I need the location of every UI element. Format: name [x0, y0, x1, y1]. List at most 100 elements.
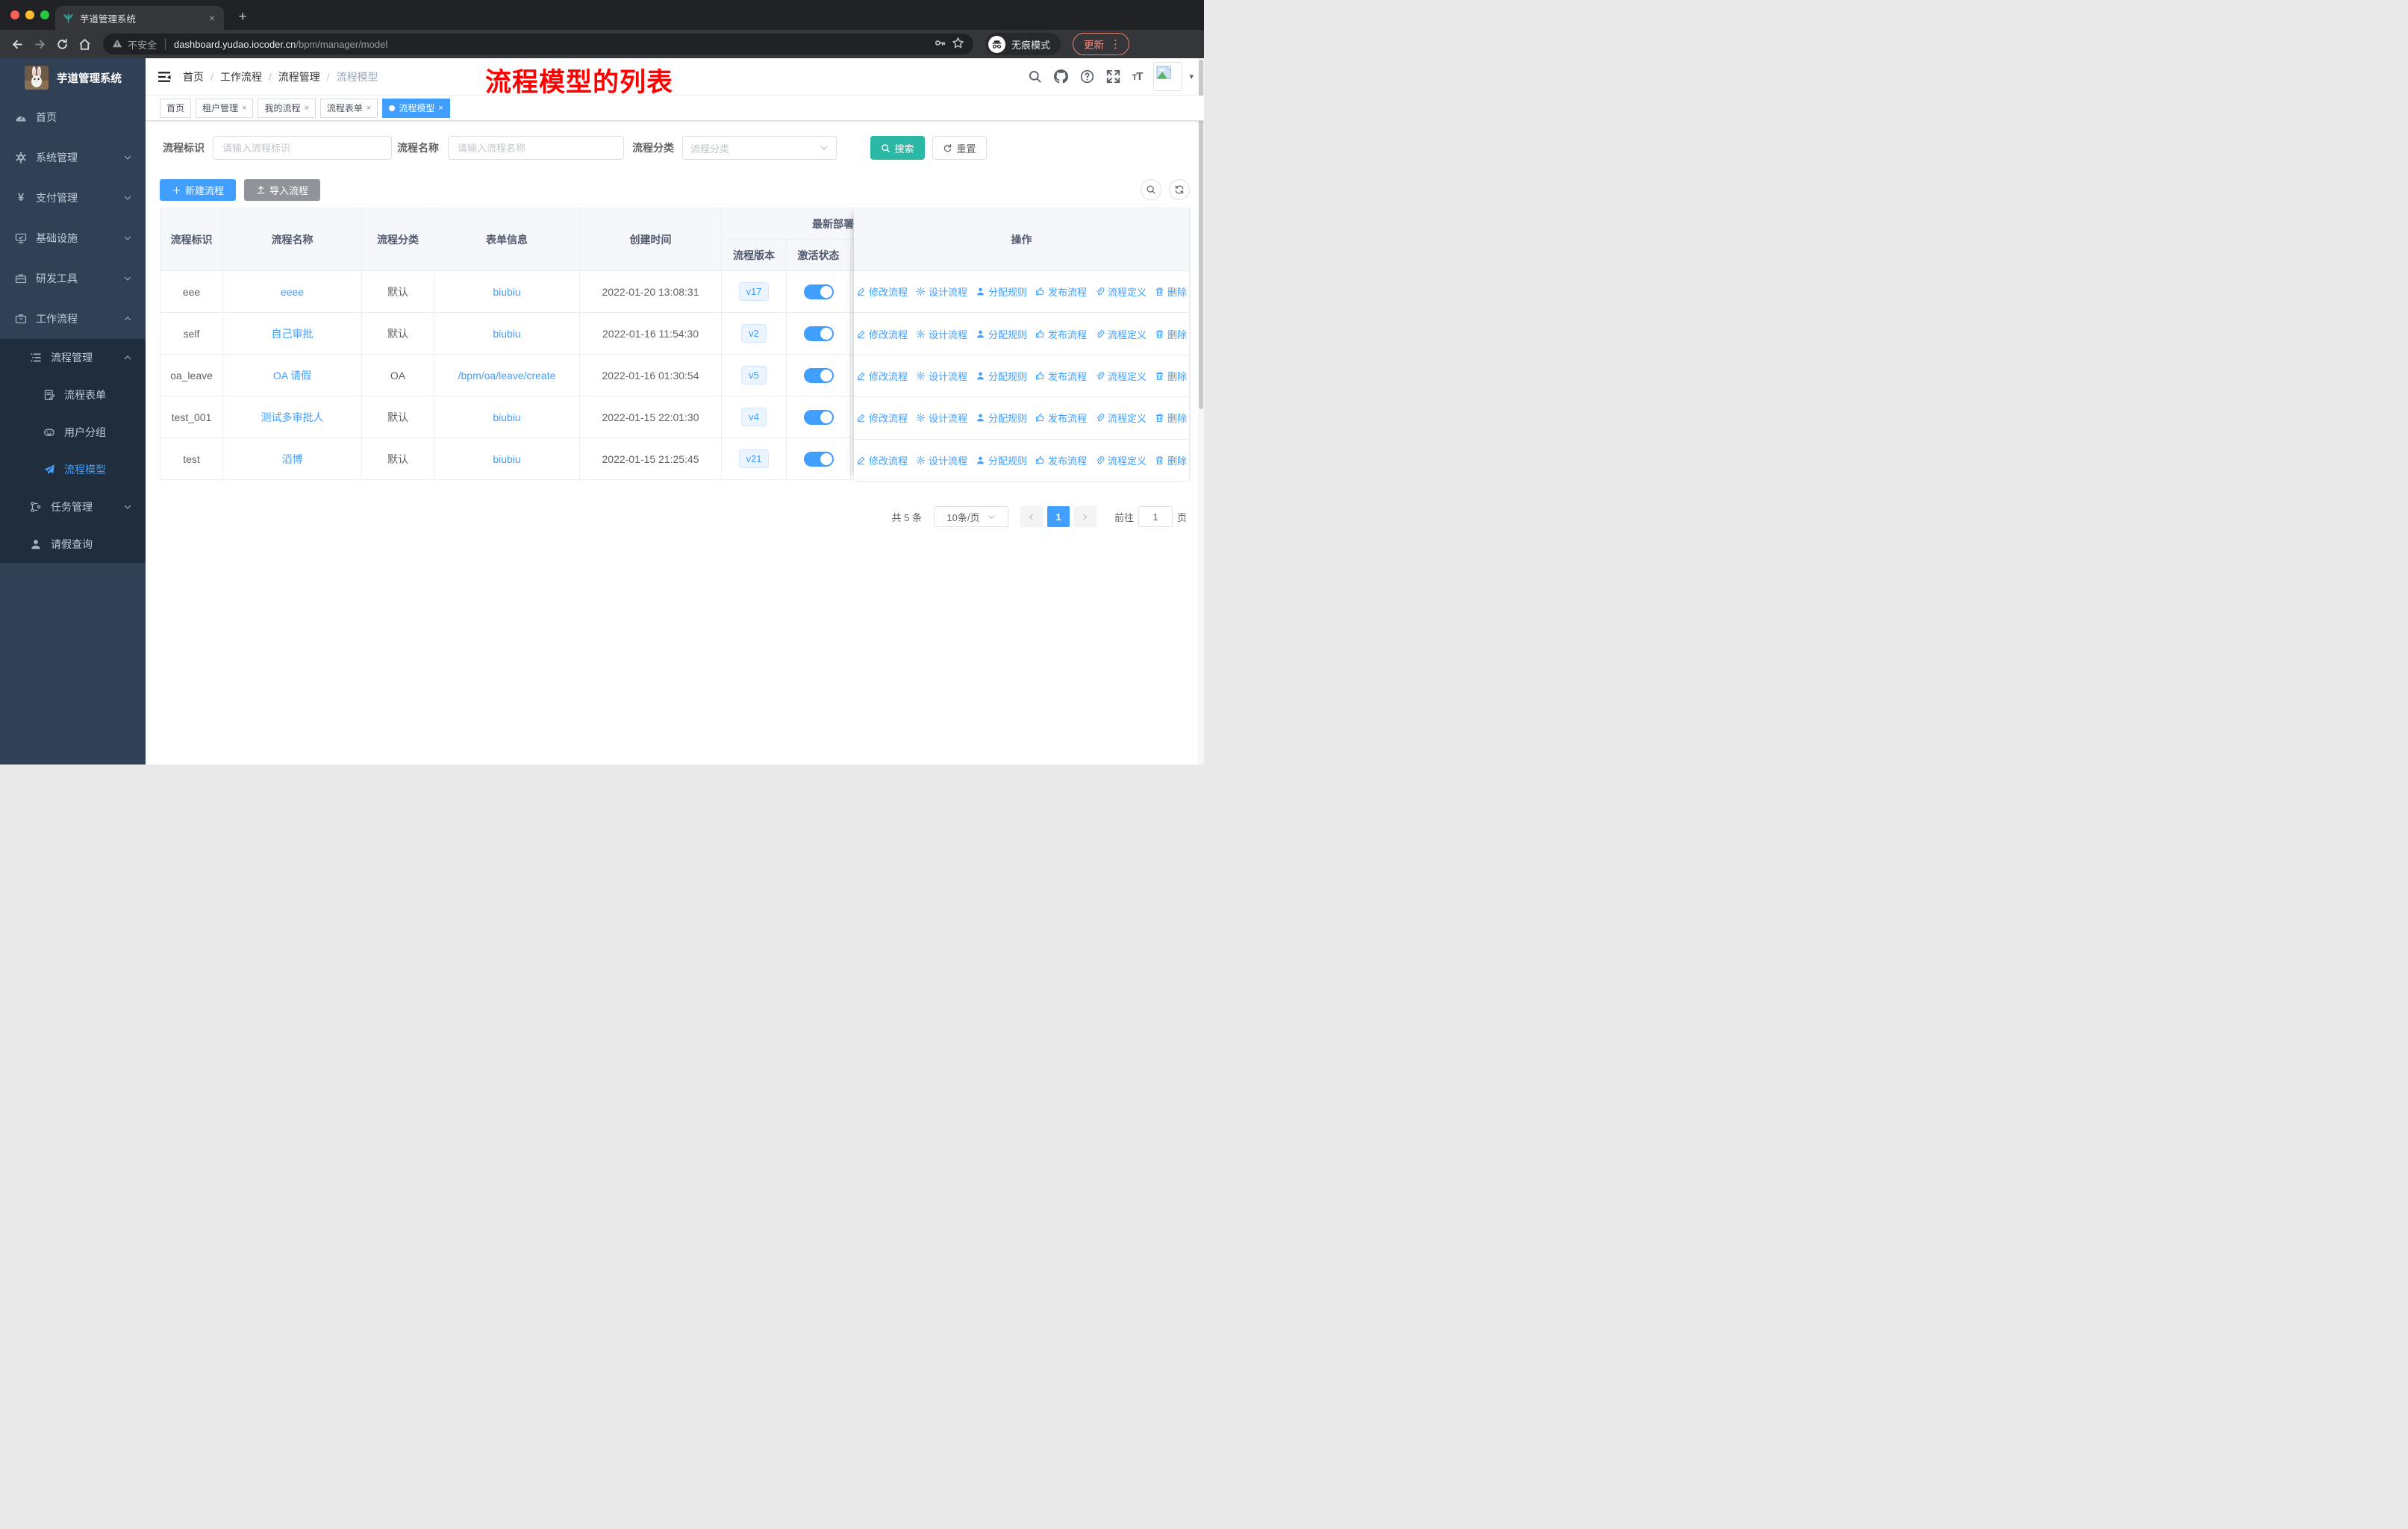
form-info-link[interactable]: biubiu — [493, 328, 520, 340]
form-info-link[interactable]: biubiu — [493, 453, 520, 465]
sidebar-item-task-mgmt[interactable]: 任务管理 — [0, 488, 146, 526]
toggle-search-button[interactable] — [1141, 179, 1161, 200]
prev-page-button[interactable] — [1020, 506, 1043, 527]
tag-close-icon[interactable]: × — [366, 104, 371, 113]
page-number-current[interactable]: 1 — [1047, 506, 1070, 527]
bookmark-star-icon[interactable] — [952, 37, 964, 52]
breadcrumb-item[interactable]: 首页 — [183, 69, 204, 84]
breadcrumb-item[interactable]: 工作流程 — [220, 69, 262, 84]
action-link-4[interactable]: 发布流程 — [1035, 369, 1087, 383]
action-link-5[interactable]: 流程定义 — [1095, 327, 1147, 341]
back-icon[interactable] — [7, 34, 27, 54]
action-link-6[interactable]: 删除 — [1155, 327, 1187, 341]
active-status-toggle[interactable] — [803, 367, 834, 383]
reset-button[interactable]: 重置 — [932, 136, 987, 160]
sidebar-item-infra[interactable]: 基础设施 — [0, 218, 146, 258]
form-info-link[interactable]: /bpm/oa/leave/create — [458, 370, 556, 382]
active-status-toggle[interactable] — [803, 409, 834, 425]
process-name-link[interactable]: 测试多审批人 — [261, 411, 324, 423]
tab-close-icon[interactable]: × — [208, 12, 216, 24]
action-link-4[interactable]: 发布流程 — [1035, 284, 1087, 299]
active-status-toggle[interactable] — [803, 284, 834, 299]
browser-tab[interactable]: 芋道管理系统 × — [55, 6, 224, 30]
action-link-1[interactable]: 修改流程 — [856, 369, 908, 383]
action-link-3[interactable]: 分配规则 — [976, 327, 1027, 341]
sidebar-item-system[interactable]: 系统管理 — [0, 137, 146, 178]
version-badge[interactable]: v21 — [738, 449, 770, 468]
category-select[interactable]: 流程分类 — [682, 136, 837, 160]
tag-process-form[interactable]: 流程表单 × — [319, 98, 378, 118]
action-link-3[interactable]: 分配规则 — [976, 453, 1027, 467]
page-scrollbar[interactable] — [1198, 58, 1204, 764]
sidebar-item-process-model[interactable]: 流程模型 — [0, 451, 146, 488]
password-key-icon[interactable] — [934, 37, 946, 52]
action-link-4[interactable]: 发布流程 — [1035, 327, 1087, 341]
breadcrumb-item[interactable]: 流程管理 — [278, 69, 320, 84]
browser-update-button[interactable]: 更新 ⋮ — [1073, 33, 1130, 55]
action-link-1[interactable]: 修改流程 — [856, 411, 908, 425]
tag-home[interactable]: 首页 — [160, 98, 192, 118]
collapse-sidebar-icon[interactable] — [156, 69, 172, 85]
form-info-link[interactable]: biubiu — [493, 411, 520, 423]
action-link-3[interactable]: 分配规则 — [976, 284, 1027, 299]
action-link-1[interactable]: 修改流程 — [856, 284, 908, 299]
tag-my-process[interactable]: 我的流程 × — [258, 98, 316, 118]
action-link-6[interactable]: 删除 — [1155, 284, 1187, 299]
active-status-toggle[interactable] — [803, 326, 834, 341]
browser-menu-dots-icon[interactable]: ⋮ — [1110, 37, 1121, 51]
import-process-button[interactable]: 导入流程 — [244, 178, 321, 201]
forward-icon[interactable] — [30, 34, 49, 54]
tag-close-icon[interactable]: × — [242, 104, 246, 113]
sidebar-item-payment[interactable]: ¥ 支付管理 — [0, 178, 146, 218]
avatar[interactable] — [1153, 62, 1183, 91]
process-name-input[interactable] — [448, 136, 624, 160]
version-badge[interactable]: v2 — [741, 324, 767, 343]
sidebar-item-process-mgmt[interactable]: 流程管理 — [0, 339, 146, 376]
action-link-3[interactable]: 分配规则 — [976, 411, 1027, 425]
sidebar-item-workflow[interactable]: 工作流程 — [0, 299, 146, 339]
action-link-2[interactable]: 设计流程 — [916, 453, 967, 467]
sidebar-item-devtools[interactable]: 研发工具 — [0, 258, 146, 299]
action-link-3[interactable]: 分配规则 — [976, 369, 1027, 383]
form-info-link[interactable]: biubiu — [493, 286, 520, 298]
action-link-4[interactable]: 发布流程 — [1035, 453, 1087, 467]
home-icon[interactable] — [75, 34, 94, 54]
action-link-5[interactable]: 流程定义 — [1095, 284, 1147, 299]
font-size-icon[interactable]: TT — [1132, 70, 1144, 83]
minimize-window-button[interactable] — [25, 10, 34, 19]
search-icon[interactable] — [1028, 69, 1043, 84]
github-icon[interactable] — [1054, 69, 1069, 84]
sidebar-item-home[interactable]: 首页 — [0, 97, 146, 137]
process-name-link[interactable]: 滔博 — [282, 453, 303, 465]
action-link-2[interactable]: 设计流程 — [916, 411, 967, 425]
tag-process-model[interactable]: 流程模型 × — [382, 98, 450, 118]
action-link-6[interactable]: 删除 — [1155, 411, 1187, 425]
sidebar-item-user-group[interactable]: 用户分组 — [0, 414, 146, 451]
tag-tenant[interactable]: 租户管理 × — [196, 98, 254, 118]
chevron-down-icon[interactable]: ▾ — [1189, 72, 1194, 81]
create-process-button[interactable]: ＋ 新建流程 — [160, 178, 237, 201]
action-link-1[interactable]: 修改流程 — [856, 453, 908, 467]
app-logo[interactable]: 芋道管理系统 — [0, 58, 146, 97]
tag-close-icon[interactable]: × — [304, 104, 308, 113]
next-page-button[interactable] — [1073, 506, 1097, 527]
search-button[interactable]: 搜索 — [870, 136, 925, 160]
reload-icon[interactable] — [52, 34, 72, 54]
process-key-input[interactable] — [213, 136, 392, 160]
process-name-link[interactable]: eeee — [281, 286, 304, 298]
page-size-select[interactable]: 10条/页 — [933, 506, 1008, 527]
process-name-link[interactable]: 自己审批 — [272, 328, 314, 340]
close-window-button[interactable] — [10, 10, 19, 19]
action-link-2[interactable]: 设计流程 — [916, 327, 967, 341]
active-status-toggle[interactable] — [803, 451, 834, 467]
sidebar-item-leave-query[interactable]: 请假查询 — [0, 526, 146, 563]
action-link-5[interactable]: 流程定义 — [1095, 369, 1147, 383]
zoom-window-button[interactable] — [40, 10, 49, 19]
action-link-6[interactable]: 删除 — [1155, 453, 1187, 467]
goto-page-input[interactable] — [1138, 506, 1173, 527]
action-link-1[interactable]: 修改流程 — [856, 327, 908, 341]
action-link-5[interactable]: 流程定义 — [1095, 411, 1147, 425]
process-name-link[interactable]: OA 请假 — [273, 370, 311, 382]
action-link-2[interactable]: 设计流程 — [916, 369, 967, 383]
version-badge[interactable]: v5 — [741, 366, 767, 384]
